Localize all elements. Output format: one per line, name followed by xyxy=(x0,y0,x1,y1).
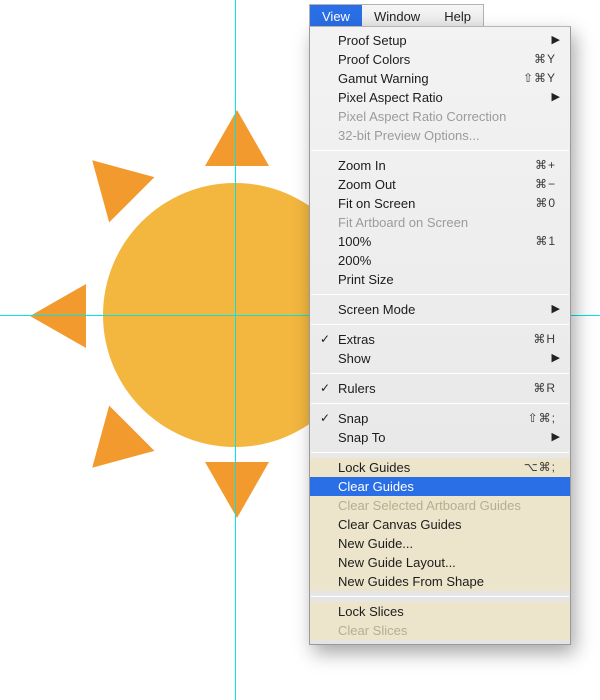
shortcut-label: ⌘0 xyxy=(535,194,556,213)
menubar-window[interactable]: Window xyxy=(362,5,432,26)
menu-separator xyxy=(311,324,569,325)
menu-item-label: Proof Colors xyxy=(338,52,410,67)
submenu-arrow-icon: ▶ xyxy=(552,428,560,447)
menu-item-lock-guides[interactable]: Lock Guides ⌥⌘; xyxy=(310,458,570,477)
menu-item-new-guide[interactable]: New Guide... xyxy=(310,534,570,553)
menu-item-label: Clear Slices xyxy=(338,623,407,638)
menu-item-label: Rulers xyxy=(338,381,376,396)
menu-item-label: Zoom Out xyxy=(338,177,396,192)
submenu-arrow-icon: ▶ xyxy=(552,300,560,319)
sun-ray-nw xyxy=(70,138,155,223)
menu-item-label: 200% xyxy=(338,253,371,268)
submenu-arrow-icon: ▶ xyxy=(552,349,560,368)
menu-item-extras[interactable]: ✓ Extras ⌘H xyxy=(310,330,570,349)
menu-item-fit-on-screen[interactable]: Fit on Screen ⌘0 xyxy=(310,194,570,213)
menu-item-label: Lock Slices xyxy=(338,604,404,619)
shortcut-label: ⌘R xyxy=(533,379,556,398)
menu-item-label: Proof Setup xyxy=(338,33,407,48)
menu-item-label: New Guide Layout... xyxy=(338,555,456,570)
menu-item-lock-slices[interactable]: Lock Slices xyxy=(310,602,570,621)
menu-item-label: Fit Artboard on Screen xyxy=(338,215,468,230)
sun-ray-w xyxy=(30,284,86,348)
shortcut-label: ⌘+ xyxy=(535,156,556,175)
menu-item-pixel-aspect-ratio-correction: Pixel Aspect Ratio Correction xyxy=(310,107,570,126)
menu-separator xyxy=(311,150,569,151)
menu-item-show[interactable]: Show ▶ xyxy=(310,349,570,368)
shortcut-label: ⇧⌘Y xyxy=(523,69,556,88)
shortcut-label: ⌘− xyxy=(535,175,556,194)
menu-item-32-bit-preview-options: 32-bit Preview Options... xyxy=(310,126,570,145)
menu-item-new-guides-from-shape[interactable]: New Guides From Shape xyxy=(310,572,570,591)
menu-item-rulers[interactable]: ✓ Rulers ⌘R xyxy=(310,379,570,398)
menu-separator xyxy=(311,294,569,295)
menu-item-100[interactable]: 100% ⌘1 xyxy=(310,232,570,251)
menu-item-screen-mode[interactable]: Screen Mode ▶ xyxy=(310,300,570,319)
submenu-arrow-icon: ▶ xyxy=(552,31,560,50)
submenu-arrow-icon: ▶ xyxy=(552,88,560,107)
menu-item-label: Extras xyxy=(338,332,375,347)
menu-item-label: Screen Mode xyxy=(338,302,415,317)
menubar: View Window Help xyxy=(309,4,484,26)
menu-item-label: Pixel Aspect Ratio Correction xyxy=(338,109,506,124)
menu-item-clear-selected-artboard-guides: Clear Selected Artboard Guides xyxy=(310,496,570,515)
check-icon: ✓ xyxy=(320,330,330,349)
view-menu: Proof Setup ▶ Proof Colors ⌘Y Gamut Warning ⇧… xyxy=(309,26,571,645)
guide-vertical[interactable] xyxy=(235,0,236,700)
menu-item-label: Fit on Screen xyxy=(338,196,415,211)
menu-item-clear-canvas-guides[interactable]: Clear Canvas Guides xyxy=(310,515,570,534)
menu-item-label: Clear Selected Artboard Guides xyxy=(338,498,521,513)
menu-item-snap[interactable]: ✓ Snap ⇧⌘; xyxy=(310,409,570,428)
shortcut-label: ⌘1 xyxy=(535,232,556,251)
menu-item-label: Print Size xyxy=(338,272,394,287)
check-icon: ✓ xyxy=(320,409,330,428)
menu-item-zoom-in[interactable]: Zoom In ⌘+ xyxy=(310,156,570,175)
menu-separator xyxy=(311,596,569,597)
sun-ray-s xyxy=(205,462,269,518)
menu-item-gamut-warning[interactable]: Gamut Warning ⇧⌘Y xyxy=(310,69,570,88)
menu-item-label: Zoom In xyxy=(338,158,386,173)
menu-item-label: New Guide... xyxy=(338,536,413,551)
menu-item-proof-colors[interactable]: Proof Colors ⌘Y xyxy=(310,50,570,69)
menu-item-label: New Guides From Shape xyxy=(338,574,484,589)
menu-item-label: Clear Canvas Guides xyxy=(338,517,462,532)
menu-item-label: Gamut Warning xyxy=(338,71,429,86)
shortcut-label: ⌘Y xyxy=(534,50,556,69)
shortcut-label: ⌘H xyxy=(533,330,556,349)
menu-item-clear-guides[interactable]: Clear Guides xyxy=(310,477,570,496)
menu-item-fit-artboard-on-screen: Fit Artboard on Screen xyxy=(310,213,570,232)
sun-ray-n xyxy=(205,110,269,166)
menu-separator xyxy=(311,403,569,404)
menubar-help[interactable]: Help xyxy=(432,5,483,26)
menu-item-200[interactable]: 200% xyxy=(310,251,570,270)
menu-item-print-size[interactable]: Print Size xyxy=(310,270,570,289)
menu-item-clear-slices: Clear Slices xyxy=(310,621,570,640)
menu-item-pixel-aspect-ratio[interactable]: Pixel Aspect Ratio ▶ xyxy=(310,88,570,107)
menu-separator xyxy=(311,373,569,374)
shortcut-label: ⌥⌘; xyxy=(524,458,556,477)
menu-item-label: Lock Guides xyxy=(338,460,410,475)
sun-ray-sw xyxy=(70,406,155,491)
menu-item-label: 32-bit Preview Options... xyxy=(338,128,480,143)
menu-item-label: Clear Guides xyxy=(338,479,414,494)
menu-item-label: Snap xyxy=(338,411,368,426)
menu-item-label: Snap To xyxy=(338,430,385,445)
menu-separator xyxy=(311,452,569,453)
menubar-view[interactable]: View xyxy=(310,5,362,26)
menu-item-snap-to[interactable]: Snap To ▶ xyxy=(310,428,570,447)
menu-item-label: Show xyxy=(338,351,371,366)
check-icon: ✓ xyxy=(320,379,330,398)
menu-item-label: Pixel Aspect Ratio xyxy=(338,90,443,105)
menu-item-proof-setup[interactable]: Proof Setup ▶ xyxy=(310,31,570,50)
menu-item-new-guide-layout[interactable]: New Guide Layout... xyxy=(310,553,570,572)
shortcut-label: ⇧⌘; xyxy=(528,409,556,428)
menu-item-zoom-out[interactable]: Zoom Out ⌘− xyxy=(310,175,570,194)
menu-item-label: 100% xyxy=(338,234,371,249)
